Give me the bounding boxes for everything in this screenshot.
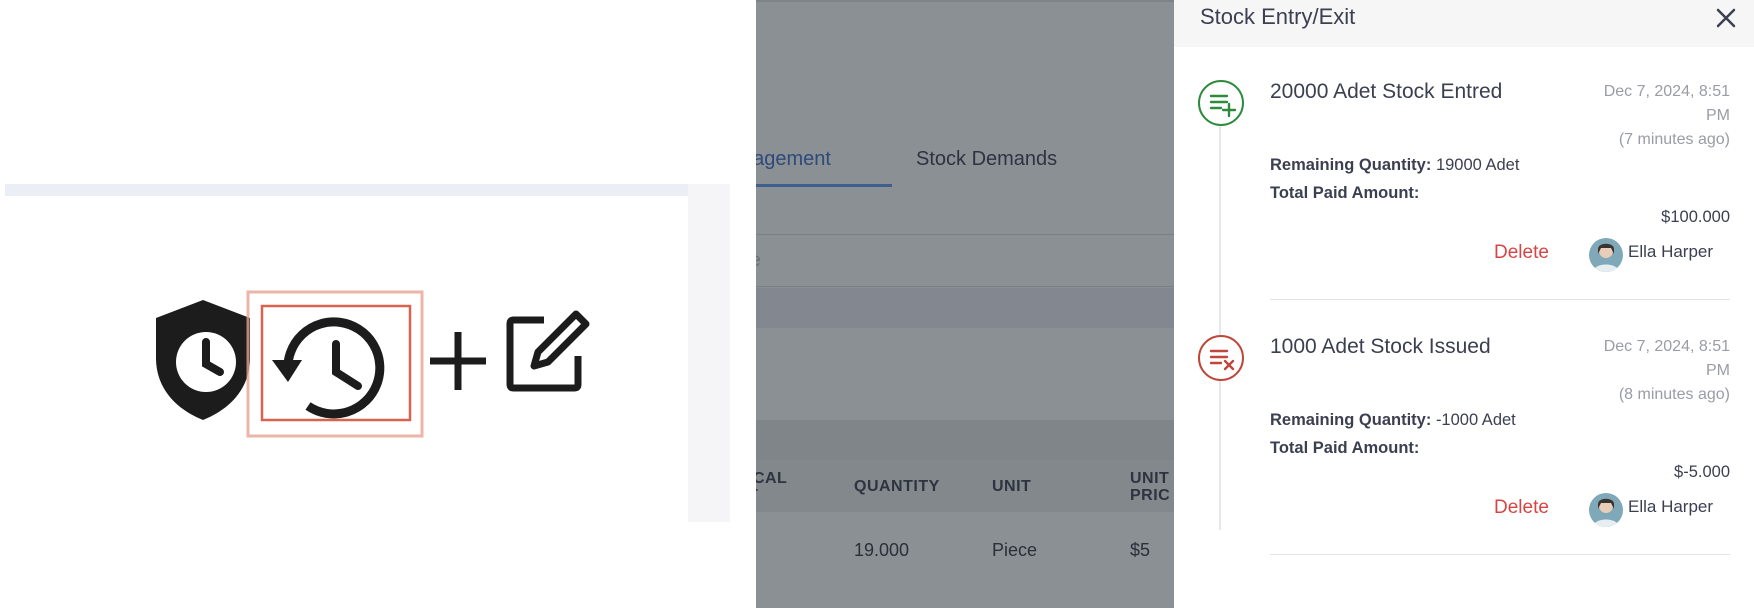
user-name: Ella Harper bbox=[1628, 497, 1714, 516]
table-header bbox=[756, 460, 1174, 512]
close-icon bbox=[1716, 8, 1736, 28]
entry-timestamp: Dec 7, 2024, 8:51 PM (8 minutes ago) bbox=[1603, 338, 1730, 403]
playlist-add-icon bbox=[1209, 94, 1237, 118]
cell-quantity: 19.000 bbox=[854, 540, 910, 560]
entry-title: 1000 Adet Stock Issued bbox=[1270, 335, 1491, 358]
column-header-critical: ICAL T bbox=[756, 470, 788, 504]
entry-icon-wrapper bbox=[1198, 335, 1244, 381]
edit-icon bbox=[506, 310, 590, 392]
entry-timestamp: Dec 7, 2024, 8:51 PM (7 minutes ago) bbox=[1603, 83, 1730, 148]
timeline-line bbox=[1219, 126, 1221, 530]
remaining-quantity: Remaining Quantity: 19000 Adet bbox=[1270, 156, 1520, 174]
zoomed-icon-preview bbox=[0, 0, 740, 608]
total-paid-label: Total Paid Amount: bbox=[1270, 439, 1420, 457]
avatar bbox=[1589, 493, 1623, 527]
zoom-header-strip bbox=[5, 184, 693, 196]
total-paid-amount: $-5.000 bbox=[1674, 463, 1730, 481]
history-icon bbox=[246, 290, 424, 438]
drawer-header: Stock Entry/Exit bbox=[1174, 0, 1754, 47]
cell-unit-price: $5 bbox=[1130, 540, 1151, 560]
active-tab-indicator bbox=[756, 184, 892, 187]
cell-unit: Piece bbox=[992, 540, 1038, 560]
tab-stock-management[interactable]: nagement bbox=[756, 148, 831, 171]
zoom-icon-group bbox=[150, 290, 600, 450]
stock-entry-exit-drawer: Stock Entry/Exit 20000 Adet Stock Entred… bbox=[1174, 0, 1754, 608]
search-input[interactable]: le bbox=[756, 250, 761, 272]
app-background-overlay[interactable]: nagement Stock Demands le ICAL T QUANTIT… bbox=[756, 0, 1174, 608]
drawer-title: Stock Entry/Exit bbox=[1200, 4, 1356, 29]
entry-title: 20000 Adet Stock Entred bbox=[1270, 80, 1503, 103]
table-row[interactable] bbox=[756, 512, 1174, 588]
delete-button[interactable]: Delete bbox=[1494, 242, 1549, 264]
tab-stock-demands[interactable]: Stock Demands bbox=[916, 148, 1057, 171]
avatar bbox=[1589, 238, 1623, 272]
playlist-remove-icon bbox=[1209, 349, 1235, 371]
plus-icon bbox=[430, 332, 486, 390]
close-button[interactable] bbox=[1712, 4, 1740, 32]
shield-clock-icon bbox=[156, 300, 250, 420]
entry-icon-wrapper bbox=[1198, 80, 1244, 126]
column-header-unit: UNIT bbox=[992, 478, 1032, 495]
remaining-quantity: Remaining Quantity: -1000 Adet bbox=[1270, 411, 1516, 429]
user-name: Ella Harper bbox=[1628, 242, 1714, 261]
delete-button[interactable]: Delete bbox=[1494, 497, 1549, 519]
zoom-side-strip bbox=[688, 184, 730, 522]
column-header-quantity: QUANTITY bbox=[854, 478, 940, 495]
total-paid-label: Total Paid Amount: bbox=[1270, 184, 1420, 202]
total-paid-amount: $100.000 bbox=[1661, 208, 1730, 226]
column-header-unit-price: UNIT PRIC bbox=[1130, 470, 1171, 504]
